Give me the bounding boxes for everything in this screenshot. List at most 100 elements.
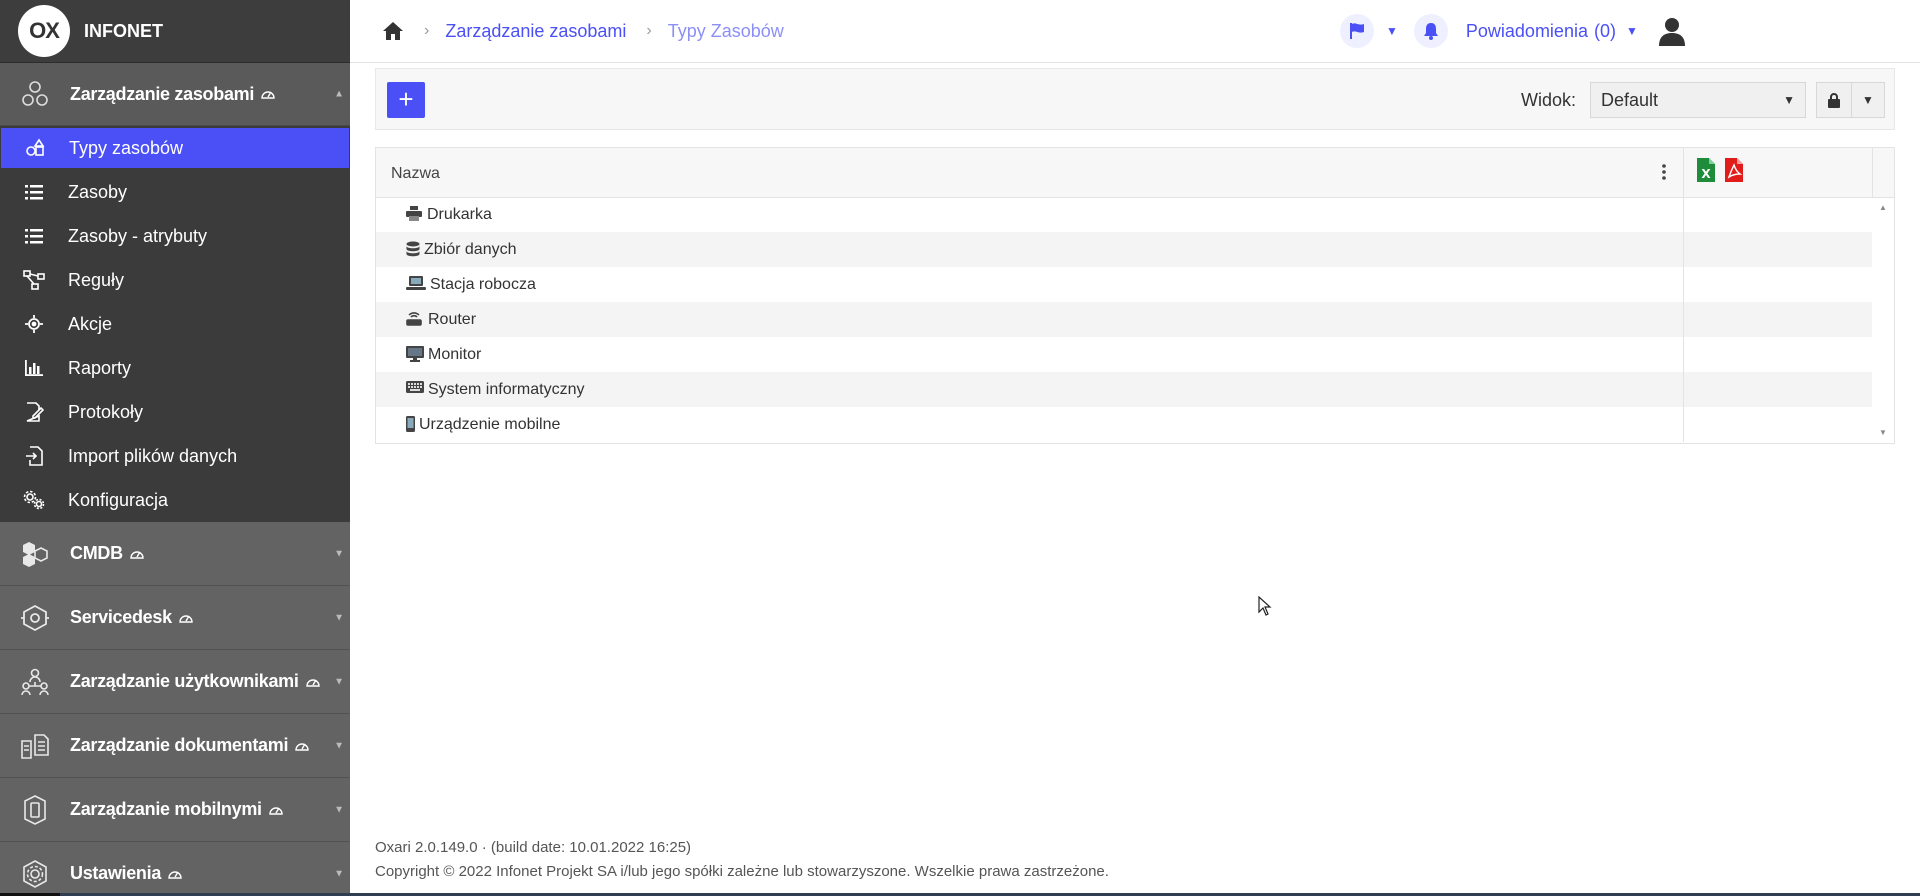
notifications-dropdown-caret-icon[interactable]: ▼ [1626, 24, 1638, 38]
top-actions: ▼ Powiadomienia (0) ▼ [1340, 0, 1688, 62]
add-button[interactable]: + [387, 82, 425, 118]
users-icon [0, 667, 70, 697]
notifications-link[interactable]: Powiadomienia (0) [1466, 21, 1616, 42]
grid-scrollbar[interactable]: ▲ ▼ [1873, 197, 1894, 443]
row-label: Drukarka [427, 206, 492, 223]
sidebar-item-protocols[interactable]: Protokoły [0, 390, 350, 434]
resource-types-grid: Nazwa X Drukarka Zbiór danych Stacja rob… [375, 147, 1895, 444]
view-select-value: Default [1601, 90, 1659, 110]
section-label: Zarządzanie dokumentami [70, 735, 289, 755]
user-avatar-icon[interactable] [1656, 15, 1688, 47]
column-divider [1683, 267, 1684, 302]
resources-icon [0, 79, 70, 109]
column-divider [1683, 407, 1684, 442]
column-divider [1683, 337, 1684, 372]
section-servicedesk[interactable]: Servicedesk ▼ [0, 586, 350, 650]
table-row[interactable]: Zbiór danych [376, 232, 1872, 267]
footer: Oxari 2.0.149.0 · (build date: 10.01.202… [375, 836, 1109, 884]
sidebar-sections: CMDB ▼ Servicedesk ▼ Zarządzanie użytkow… [0, 522, 350, 896]
edit-doc-icon [0, 402, 68, 422]
row-label: Urządzenie mobilne [419, 416, 561, 433]
table-row[interactable]: Urządzenie mobilne [376, 407, 1872, 442]
row-label: Stacja robocza [430, 276, 536, 293]
sidebar-item-resource-attributes[interactable]: Zasoby - atrybuty [0, 214, 350, 258]
flow-icon [0, 270, 68, 290]
section-users[interactable]: Zarządzanie użytkownikami ▼ [0, 650, 350, 714]
expand-caret-icon[interactable]: ▼ [334, 804, 344, 815]
section-documents[interactable]: Zarządzanie dokumentami ▼ [0, 714, 350, 778]
keyboard-icon [406, 381, 424, 393]
breadcrumb-link[interactable]: Zarządzanie zasobami [445, 21, 626, 42]
column-divider [1683, 232, 1684, 267]
column-header-name[interactable]: Nazwa [391, 165, 440, 183]
sidebar-item-rules[interactable]: Reguły [0, 258, 350, 302]
table-row[interactable]: Stacja robocza [376, 267, 1872, 302]
logo: OX [18, 5, 70, 57]
home-icon[interactable] [382, 21, 404, 41]
mobile-icon [0, 794, 70, 825]
row-label: Router [428, 311, 477, 328]
printer-icon [406, 206, 422, 221]
sidebar-item-reports[interactable]: Raporty [0, 346, 350, 390]
flag-button[interactable] [1340, 14, 1374, 48]
section-cmdb[interactable]: CMDB ▼ [0, 522, 350, 586]
sidebar-item-import[interactable]: Import plików danych [0, 434, 350, 478]
column-divider [1683, 372, 1684, 407]
expand-caret-icon[interactable]: ▼ [334, 612, 344, 623]
breadcrumb-current: Typy Zasobów [667, 20, 784, 41]
lock-icon [1828, 93, 1840, 108]
table-row[interactable]: Router [376, 302, 1872, 337]
dashboard-icon[interactable] [260, 87, 276, 101]
column-menu-icon[interactable] [1654, 160, 1674, 184]
excel-export-icon[interactable]: X [1696, 157, 1716, 188]
sidebar-item-label: Protokoły [68, 401, 144, 422]
table-row[interactable]: System informatyczny [376, 372, 1872, 407]
section-label: Servicedesk [70, 607, 172, 627]
sidebar-item-actions[interactable]: Akcje [0, 302, 350, 346]
laptop-icon [406, 276, 426, 290]
expand-caret-icon[interactable]: ▼ [334, 548, 344, 559]
phone-icon [406, 416, 415, 432]
section-settings[interactable]: Ustawienia ▼ [0, 842, 350, 896]
pdf-export-icon[interactable] [1724, 157, 1744, 188]
table-row[interactable]: Drukarka [376, 197, 1872, 232]
brand[interactable]: OX INFONET [0, 0, 350, 63]
dashboard-icon[interactable] [294, 739, 310, 753]
mouse-cursor-icon [1258, 595, 1272, 621]
expand-caret-icon[interactable]: ▼ [334, 676, 344, 687]
expand-caret-icon[interactable]: ▼ [334, 868, 344, 879]
sidebar-item-label: Import plików danych [68, 445, 238, 466]
settings-icon [0, 859, 70, 888]
dashboard-icon[interactable] [178, 611, 194, 625]
table-row[interactable]: Monitor [376, 337, 1872, 372]
sidebar-item-resources[interactable]: Zasoby [0, 170, 350, 214]
collapse-caret-icon[interactable]: ▲ [334, 89, 344, 100]
scroll-up-icon[interactable]: ▲ [1879, 203, 1887, 212]
sidebar-item-configuration[interactable]: Konfiguracja [0, 478, 350, 522]
column-divider [1683, 197, 1684, 232]
dashboard-icon[interactable] [268, 803, 284, 817]
scroll-down-icon[interactable]: ▼ [1879, 428, 1887, 437]
sidebar-item-label: Zasoby - atrybuty [68, 225, 208, 246]
dashboard-icon[interactable] [167, 867, 183, 881]
flag-dropdown-caret-icon[interactable]: ▼ [1386, 24, 1398, 38]
expand-caret-icon[interactable]: ▼ [334, 740, 344, 751]
section-mobile[interactable]: Zarządzanie mobilnymi ▼ [0, 778, 350, 842]
gears-icon [0, 490, 68, 510]
dashboard-icon[interactable] [305, 675, 321, 689]
database-icon [406, 241, 420, 257]
sidebar-item-resource-types[interactable]: Typy zasobów [1, 128, 349, 168]
shapes-icon [1, 138, 69, 158]
column-divider [1683, 302, 1684, 337]
section-resources[interactable]: Zarządzanie zasobami ▲ [0, 63, 350, 126]
lock-button[interactable] [1816, 82, 1852, 118]
bar-chart-icon [0, 360, 68, 376]
notifications-label: Powiadomienia [1465, 20, 1588, 41]
dashboard-icon[interactable] [129, 547, 145, 561]
bell-button[interactable] [1413, 14, 1448, 48]
sidebar-item-label: Reguły [68, 269, 125, 290]
view-select[interactable]: Default ▼ [1590, 82, 1806, 118]
lock-dropdown-button[interactable]: ▼ [1851, 82, 1885, 118]
section-label: Zarządzanie użytkownikami [70, 671, 299, 691]
list-icon [0, 184, 68, 200]
